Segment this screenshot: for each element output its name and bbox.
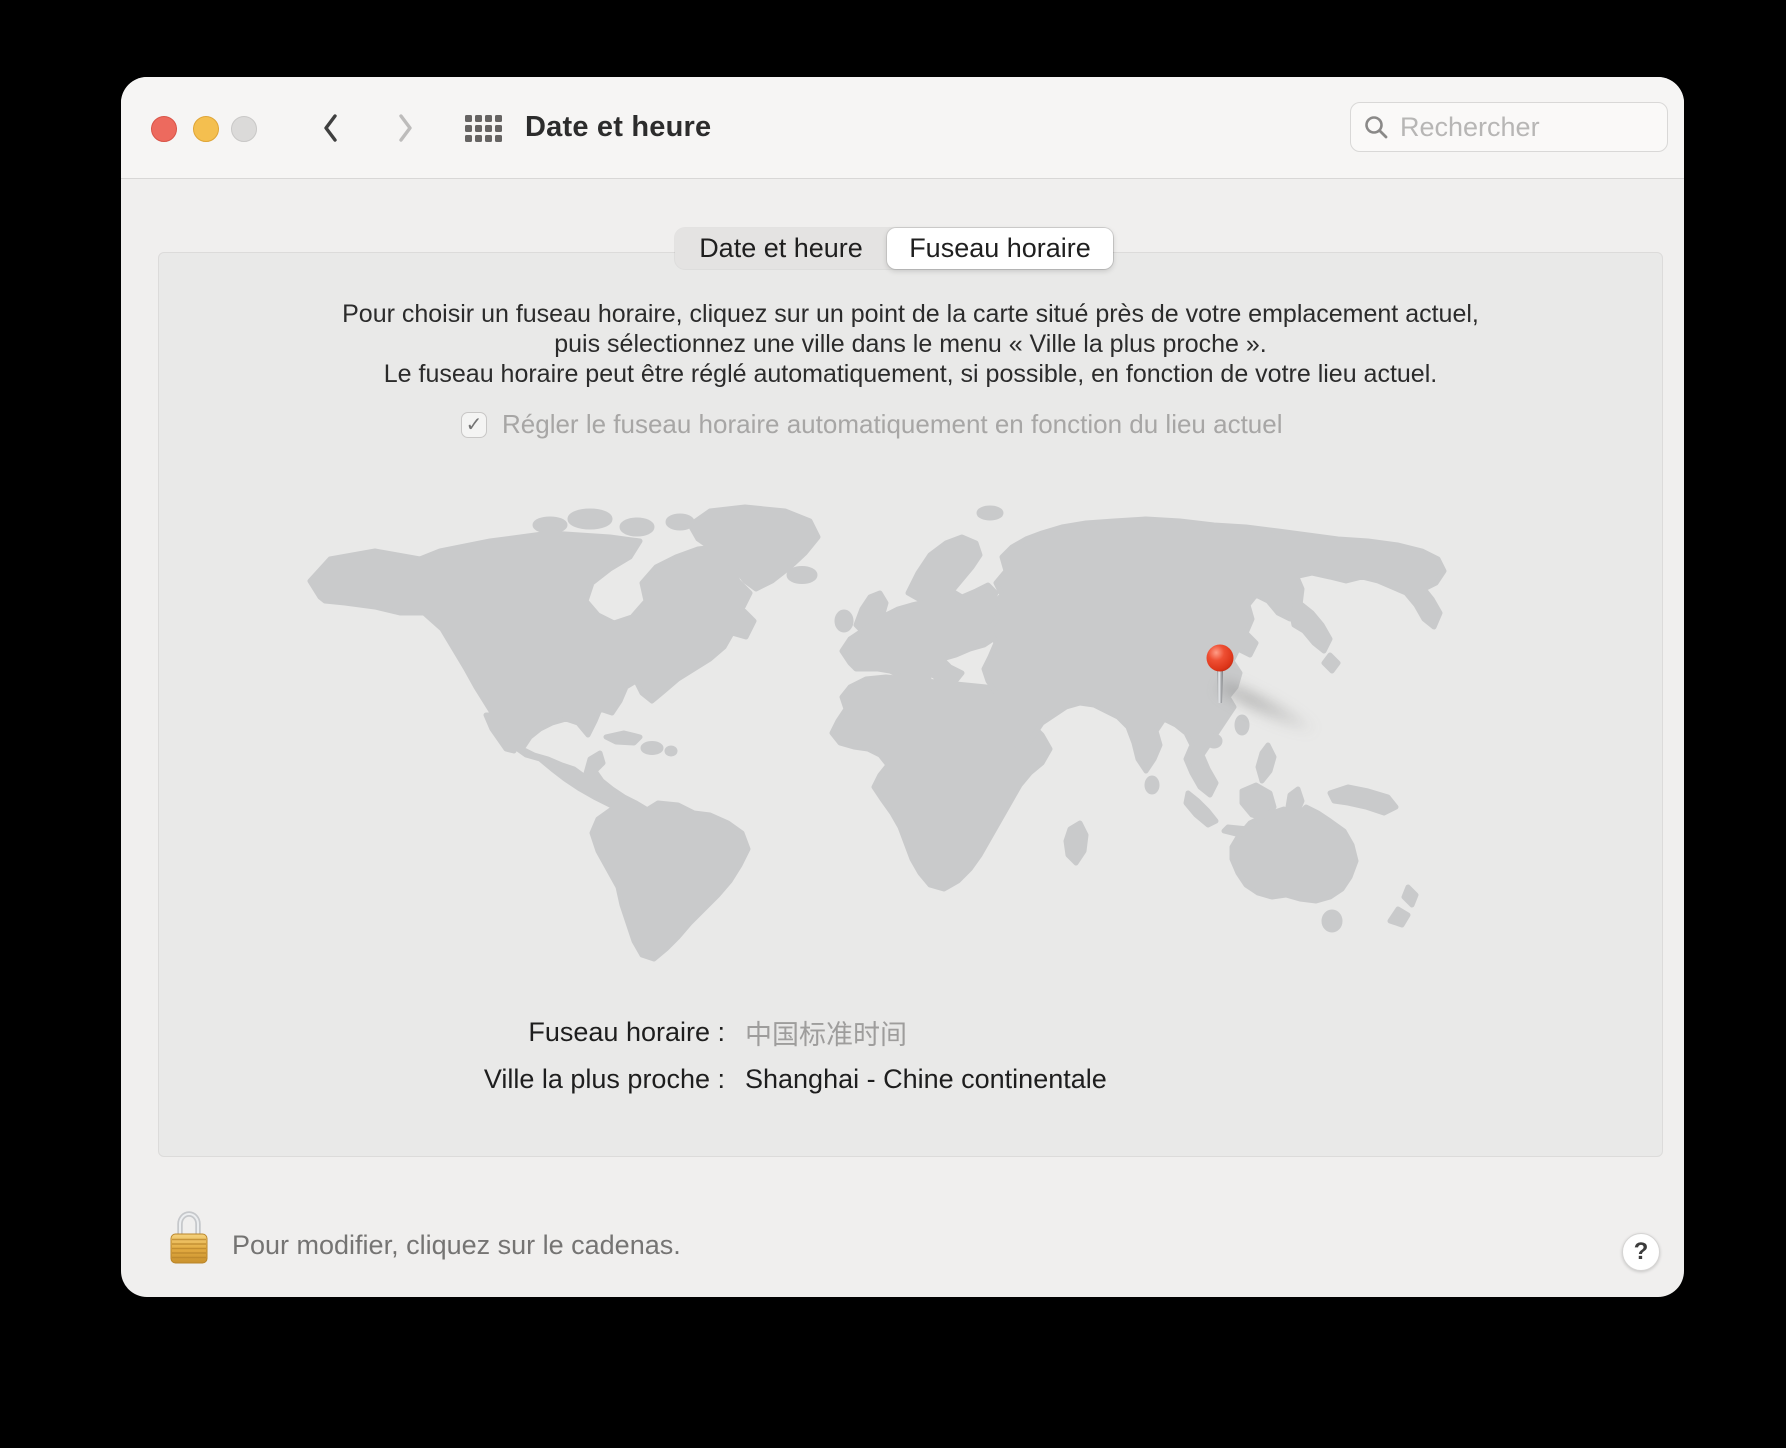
timezone-value: 中国标准时间 xyxy=(745,1019,907,1050)
search-field[interactable] xyxy=(1350,102,1668,152)
search-icon xyxy=(1365,116,1388,139)
date-time-preferences-window: Date et heure Date et heure Fuseau horai… xyxy=(121,77,1684,1297)
tab-fuseau-horaire[interactable]: Fuseau horaire xyxy=(887,228,1113,269)
instructions-line-2: puis sélectionnez une ville dans le menu… xyxy=(554,330,1267,358)
auto-timezone-row: ✓ Régler le fuseau horaire automatiqueme… xyxy=(461,409,1283,439)
tab-date-et-heure[interactable]: Date et heure xyxy=(675,228,887,269)
show-all-grid-icon[interactable] xyxy=(465,115,502,142)
pin-head xyxy=(1206,644,1234,672)
checkmark-icon: ✓ xyxy=(465,413,483,436)
close-button[interactable] xyxy=(151,116,177,142)
lock-hint-text: Pour modifier, cliquez sur le cadenas. xyxy=(232,1230,681,1260)
title-bar: Date et heure xyxy=(121,77,1684,179)
instructions-text: Pour choisir un fuseau horaire, cliquez … xyxy=(158,299,1663,389)
chevron-right-icon xyxy=(399,114,412,142)
back-button[interactable] xyxy=(317,110,343,146)
instructions-line-1: Pour choisir un fuseau horaire, cliquez … xyxy=(342,300,1479,328)
help-button[interactable]: ? xyxy=(1622,1233,1660,1271)
help-question-icon: ? xyxy=(1633,1238,1649,1265)
zoom-button[interactable] xyxy=(231,116,257,142)
tab-bar: Date et heure Fuseau horaire xyxy=(675,228,1113,269)
minimize-button[interactable] xyxy=(193,116,219,142)
auto-timezone-label: Régler le fuseau horaire automatiquement… xyxy=(502,409,1283,439)
page-title: Date et heure xyxy=(525,111,712,143)
closest-city-value: Shanghai - Chine continentale xyxy=(745,1063,1107,1094)
search-input[interactable] xyxy=(1398,110,1655,144)
location-pin[interactable] xyxy=(1205,644,1235,706)
lock-icon[interactable] xyxy=(168,1209,210,1265)
timezone-label: Fuseau horaire : xyxy=(528,1016,725,1047)
pin-stem xyxy=(1217,670,1223,703)
instructions-line-3: Le fuseau horaire peut être réglé automa… xyxy=(383,360,1438,388)
timezone-row: Fuseau horaire : 中国标准时间 xyxy=(205,1015,907,1050)
chevron-left-icon xyxy=(324,114,337,142)
forward-button[interactable] xyxy=(393,110,419,146)
closest-city-row: Ville la plus proche : Shanghai - Chine … xyxy=(205,1062,1107,1096)
closest-city-label: Ville la plus proche : xyxy=(483,1063,725,1094)
auto-timezone-checkbox[interactable]: ✓ xyxy=(461,411,487,438)
